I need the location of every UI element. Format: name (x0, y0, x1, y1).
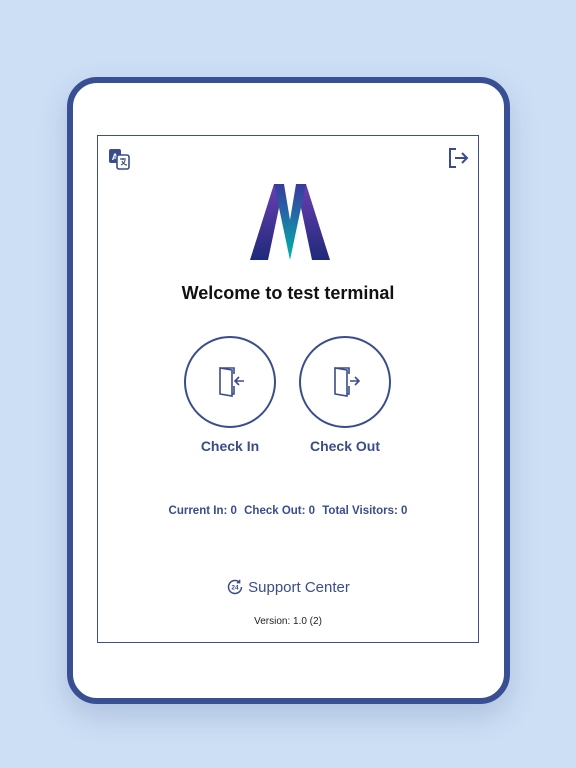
language-button[interactable]: A (107, 147, 131, 171)
door-enter-icon (219, 367, 244, 397)
logout-icon (449, 148, 469, 168)
stat-total-visitors: Total Visitors: 0 (322, 505, 408, 517)
stat-current-in: Current In: 0 (168, 505, 237, 517)
check-in-circle[interactable] (184, 336, 276, 428)
check-out-label: Check Out (309, 438, 380, 454)
version-text: Version: 1.0 (2) (254, 616, 322, 627)
translate-icon: A (109, 149, 130, 170)
check-out-circle[interactable] (299, 336, 391, 428)
check-out-button[interactable]: Check Out (295, 336, 395, 454)
check-in-button[interactable]: Check In (180, 336, 280, 454)
app-screen: A Welcome to test terminal Check In Chec… (97, 135, 479, 643)
tablet-frame: A Welcome to test terminal Check In Chec… (67, 77, 510, 704)
door-exit-icon (334, 367, 361, 397)
logout-button[interactable] (446, 146, 470, 170)
visitor-stats: Current In: 0 Check Out: 0 Total Visitor… (98, 505, 478, 517)
app-logo (250, 184, 330, 260)
support-center-link[interactable]: 24 Support Center (98, 578, 478, 596)
welcome-heading: Welcome to test terminal (181, 283, 395, 303)
check-in-label: Check In (200, 438, 260, 454)
support-badge-text: 24 (232, 585, 240, 592)
stat-check-out: Check Out: 0 (244, 505, 316, 517)
24-hour-support-icon: 24 (227, 579, 243, 595)
support-center-label: Support Center (248, 578, 350, 596)
